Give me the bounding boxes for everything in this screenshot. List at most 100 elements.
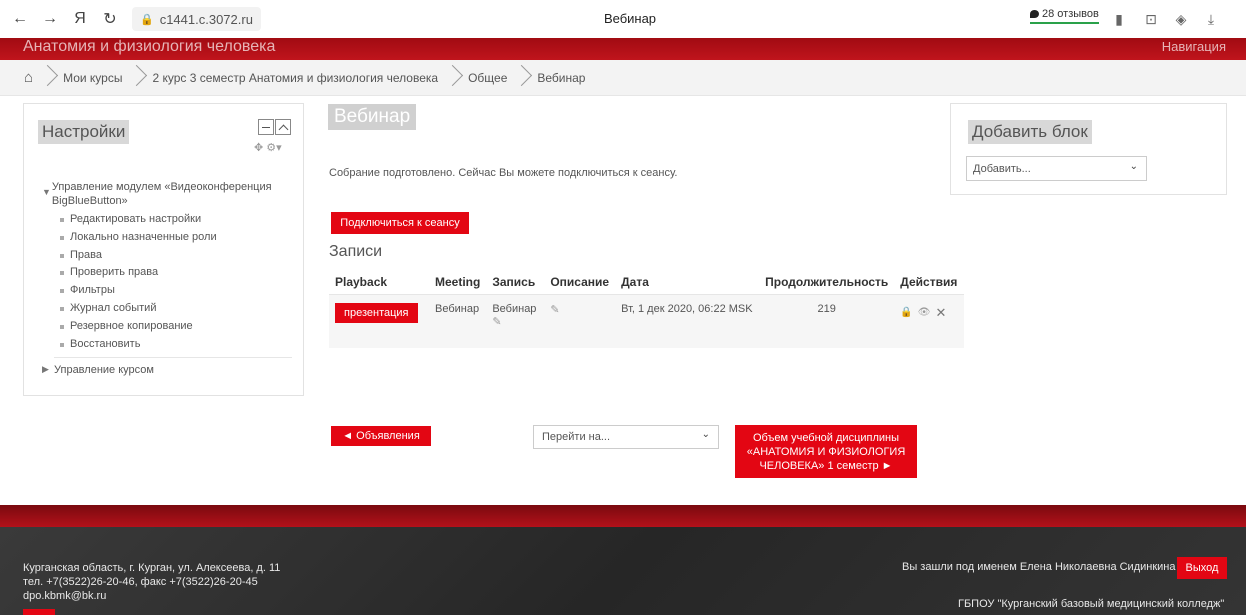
breadcrumb: ⌂ Мои курсы 2 курс 3 семестр Анатомия и … xyxy=(0,60,1246,96)
settings-block: Настройки ✥ ⚙▾ ▼ Управление модулем «Вид… xyxy=(23,103,304,396)
module-admin-node[interactable]: ▼ Управление модулем «Видеоконференция B… xyxy=(42,180,297,208)
dock-block-icon[interactable] xyxy=(275,119,291,135)
page-tab-title: Вебинар xyxy=(603,11,657,26)
settings-item-edit[interactable]: Редактировать настройки xyxy=(60,211,297,229)
col-description: Описание xyxy=(544,270,616,295)
col-actions: Действия xyxy=(894,270,965,295)
col-recording: Запись xyxy=(486,270,545,295)
breadcrumb-separator xyxy=(42,60,54,96)
reviews-badge[interactable]: 28 отзывов xyxy=(1030,8,1099,24)
settings-item-logs[interactable]: Журнал событий xyxy=(60,300,297,318)
footer-address: Курганская область, г. Курган, ул. Алекс… xyxy=(23,562,281,574)
breadcrumb-my-courses[interactable]: Мои курсы xyxy=(63,71,122,85)
course-admin-node[interactable]: ▶ Управление курсом xyxy=(42,364,297,376)
settings-item-backup[interactable]: Резервное копирование xyxy=(60,318,297,336)
collapse-block-icon[interactable] xyxy=(258,119,274,135)
block-controls xyxy=(258,119,292,135)
reload-icon[interactable]: ↻ xyxy=(98,7,122,31)
divider xyxy=(54,357,292,359)
caret-right-icon: ▶ xyxy=(42,364,49,375)
add-block-value: Добавить... xyxy=(973,162,1031,175)
download-icon[interactable]: ⤓ xyxy=(1202,10,1220,28)
meeting-status-text: Собрание подготовлено. Сейчас Вы можете … xyxy=(329,167,678,179)
logout-button[interactable]: Выход xyxy=(1177,557,1227,579)
forward-icon[interactable]: → xyxy=(38,7,62,31)
url-text: c1441.c.3072.ru xyxy=(159,11,253,27)
recordings-table: Playback Meeting Запись Описание Дата Пр… xyxy=(329,270,965,348)
lock-icon[interactable]: 🔒 xyxy=(900,307,912,318)
col-playback: Playback xyxy=(329,270,429,295)
cell-description: ✎ xyxy=(544,294,616,348)
footer-organization: ГБПОУ "Курганский базовый медицинский ко… xyxy=(958,598,1225,610)
cell-duration: 219 xyxy=(759,294,895,348)
breadcrumb-general[interactable]: Общее xyxy=(468,71,507,85)
add-block-select[interactable]: Добавить... ⌄ xyxy=(966,156,1147,181)
address-bar[interactable]: 🔒 c1441.c.3072.ru xyxy=(132,7,261,31)
add-block-panel: Добавить блок Добавить... ⌄ xyxy=(950,103,1227,195)
cell-recording: Вебинар ✎ xyxy=(486,294,545,348)
lock-icon: 🔒 xyxy=(140,13,154,26)
browser-brand-icon[interactable]: Я xyxy=(68,7,92,31)
next-activity-button[interactable]: Объем учебной дисциплины «АНАТОМИЯ И ФИЗ… xyxy=(735,425,917,478)
cell-playback: презентация xyxy=(329,294,429,348)
footer-red-square xyxy=(23,609,55,615)
breadcrumb-separator xyxy=(447,60,459,96)
table-row: презентация Вебинар Вебинар ✎ ✎ Вт, 1 де… xyxy=(329,294,965,348)
table-header-row: Playback Meeting Запись Описание Дата Пр… xyxy=(329,270,965,295)
cell-actions: 🔒 👁 ✕ xyxy=(894,294,965,348)
edit-recording-icon[interactable]: ✎ xyxy=(492,315,538,328)
footer-email[interactable]: dpo.kbmk@bk.ru xyxy=(23,589,280,603)
module-admin-list: Редактировать настройки Локально назначе… xyxy=(60,211,297,353)
footer-band xyxy=(0,505,1246,527)
caret-down-icon: ▼ xyxy=(42,187,51,197)
course-admin-label: Управление курсом xyxy=(54,364,154,377)
settings-item-restore[interactable]: Восстановить xyxy=(60,336,297,354)
delete-icon[interactable]: ✕ xyxy=(935,305,946,321)
logged-in-info[interactable]: Вы зашли под именем Елена Николаевна Сид… xyxy=(902,561,1176,573)
breadcrumb-separator xyxy=(131,60,143,96)
breadcrumb-current: Вебинар xyxy=(537,70,586,85)
col-date: Дата xyxy=(615,270,760,295)
site-title[interactable]: Анатомия и физиология человека xyxy=(23,39,275,55)
comment-icon xyxy=(1030,10,1039,18)
previous-activity-button[interactable]: ◄ Объявления xyxy=(331,426,431,446)
recording-name: Вебинар xyxy=(492,302,537,315)
join-session-button[interactable]: Подключиться к сеансу xyxy=(331,212,469,234)
settings-item-check-permissions[interactable]: Проверить права xyxy=(60,264,297,282)
site-header: Анатомия и физиология человека Навигация xyxy=(0,38,1246,60)
settings-item-permissions[interactable]: Права xyxy=(60,247,297,265)
back-icon[interactable]: ← xyxy=(8,7,32,31)
col-meeting: Meeting xyxy=(429,270,487,295)
actions-group: 🔒 👁 ✕ xyxy=(900,303,958,321)
page-title: Вебинар xyxy=(328,104,417,130)
cell-meeting: Вебинар xyxy=(429,294,487,348)
site-footer: Курганская область, г. Курган, ул. Алекс… xyxy=(0,505,1246,615)
breadcrumb-course[interactable]: 2 курс 3 семестр Анатомия и физиология ч… xyxy=(152,71,438,85)
cell-date: Вт, 1 дек 2020, 06:22 MSK xyxy=(615,294,760,348)
breadcrumb-separator xyxy=(516,60,528,96)
module-admin-label: Управление модулем «Видеоконференция Big… xyxy=(51,181,272,207)
edit-description-icon[interactable]: ✎ xyxy=(550,304,559,316)
settings-tree: ▼ Управление модулем «Видеоконференция B… xyxy=(42,180,297,376)
jump-to-select[interactable]: Перейти на... ⌄ xyxy=(533,425,719,449)
reviews-label: 28 отзывов xyxy=(1042,8,1099,20)
extension-icon[interactable]: ◈ xyxy=(1172,10,1190,28)
navigation-link[interactable]: Навигация xyxy=(1162,40,1226,54)
home-icon[interactable]: ⌂ xyxy=(24,69,33,86)
chevron-down-icon: ⌄ xyxy=(701,429,710,440)
collections-icon[interactable]: ⊡ xyxy=(1142,10,1160,28)
recordings-heading: Записи xyxy=(329,243,383,260)
footer-phone: тел. +7(3522)26-20-46, факс +7(3522)26-2… xyxy=(23,576,258,588)
move-gear-icon[interactable]: ✥ ⚙▾ xyxy=(254,141,282,154)
presentation-button[interactable]: презентация xyxy=(335,302,418,323)
settings-item-roles[interactable]: Локально назначенные роли xyxy=(60,229,297,247)
settings-item-filters[interactable]: Фильтры xyxy=(60,282,297,300)
footer-contacts: Курганская область, г. Курган, ул. Алекс… xyxy=(23,561,280,603)
chevron-down-icon: ⌄ xyxy=(1129,161,1138,172)
settings-title: Настройки xyxy=(38,120,130,144)
eye-icon[interactable]: 👁 xyxy=(918,307,931,318)
col-duration: Продолжительность xyxy=(759,270,895,295)
jump-to-value: Перейти на... xyxy=(542,431,611,443)
add-block-title: Добавить блок xyxy=(968,120,1092,144)
bookmark-icon[interactable]: ▮ xyxy=(1110,10,1128,28)
